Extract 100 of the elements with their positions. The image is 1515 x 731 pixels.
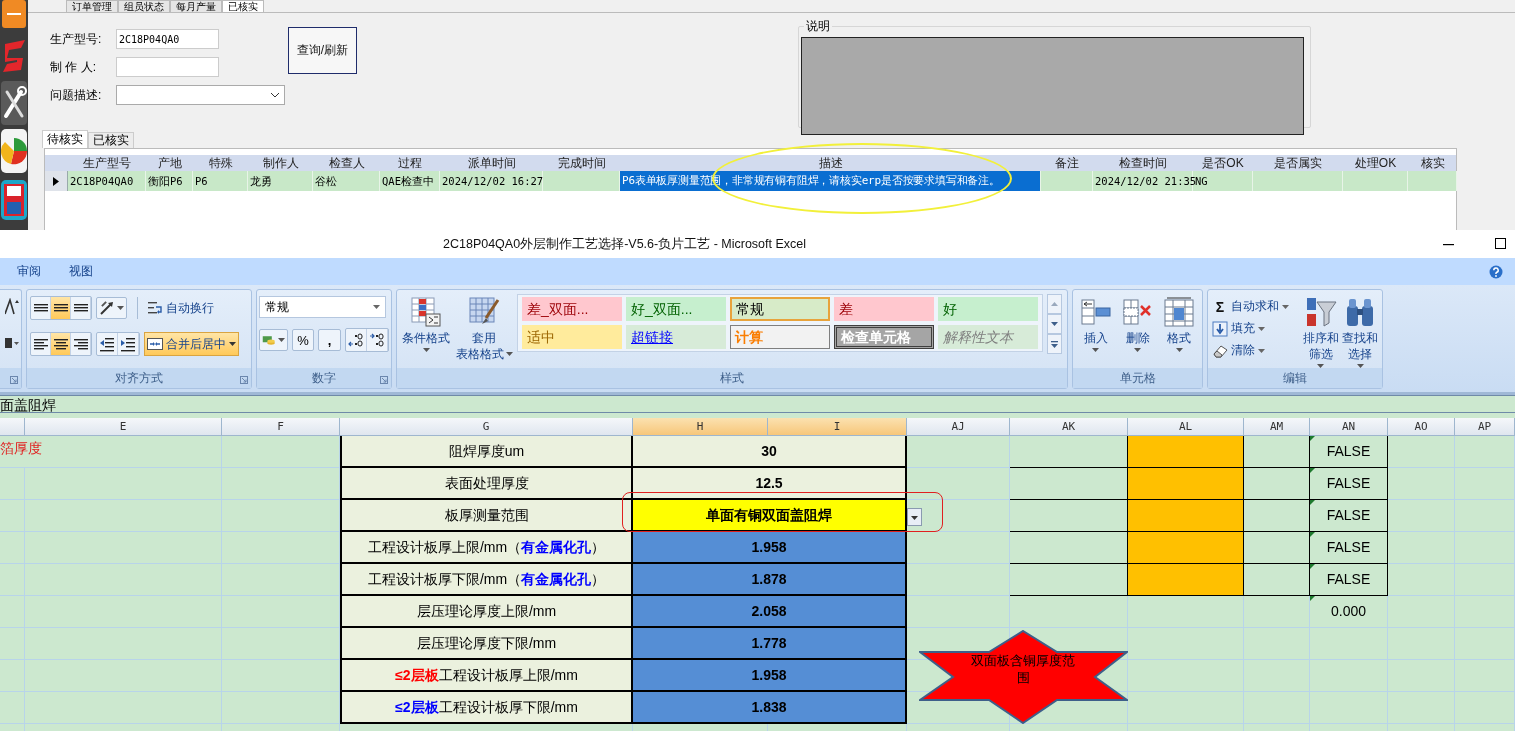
percent-button[interactable]: %: [291, 329, 315, 351]
number-format-dropdown[interactable]: 常规: [259, 296, 386, 318]
column-header[interactable]: 过程: [380, 155, 440, 171]
column-header[interactable]: E: [25, 418, 222, 436]
format-button[interactable]: 格式: [1158, 294, 1200, 368]
column-header[interactable]: 备注: [1041, 155, 1093, 171]
tab[interactable]: 待核实: [42, 130, 88, 148]
column-header[interactable]: I: [768, 418, 907, 436]
column-header[interactable]: AN: [1310, 418, 1388, 436]
merge-center-button[interactable]: 合并后居中: [144, 332, 239, 356]
group-label: 样式: [720, 369, 744, 387]
column-header[interactable]: 产地: [146, 155, 193, 171]
table-cell: 板厚测量范围: [340, 500, 633, 532]
column-header[interactable]: AJ: [907, 418, 1010, 436]
table-cell[interactable]: 12.5: [633, 468, 907, 500]
table-cell: 箔厚度: [0, 436, 222, 468]
table-cell[interactable]: 30: [633, 436, 907, 468]
table-cell: FALSE: [1310, 500, 1388, 532]
input-field[interactable]: 2C18P04QA0: [116, 29, 219, 49]
sigma-icon: Σ: [1212, 298, 1228, 315]
table-cell: 工程设计板厚上限/mm（有金属化孔）: [340, 532, 633, 564]
table-cell: 0.000: [1310, 596, 1388, 628]
field-label: 生产型号:: [50, 31, 103, 48]
fill-button[interactable]: 填充: [1210, 318, 1301, 339]
table-cell: 层压理论厚度上限/mm: [340, 596, 633, 628]
column-header[interactable]: 检查时间: [1093, 155, 1193, 171]
query-button[interactable]: 查询/刷新: [288, 27, 357, 74]
shape-text: 双面板含铜厚度范围: [970, 652, 1076, 686]
find-select-button[interactable]: 查找和选择: [1340, 294, 1380, 368]
column-header[interactable]: 处理OK: [1343, 155, 1408, 171]
cell-style[interactable]: 好: [938, 297, 1038, 321]
table-cell[interactable]: 衡阳P6: [146, 171, 193, 191]
group-label: 编辑: [1283, 369, 1307, 387]
table-cell: FALSE: [1310, 436, 1388, 468]
column-header[interactable]: AK: [1010, 418, 1128, 436]
table-cell[interactable]: 谷松: [313, 171, 380, 191]
column-header[interactable]: AP: [1455, 418, 1515, 436]
cell-style[interactable]: 适中: [522, 325, 622, 349]
tab[interactable]: 已核实: [222, 0, 264, 12]
comma-button[interactable]: ,: [318, 329, 341, 351]
column-header[interactable]: 是否属实: [1253, 155, 1343, 171]
table-cell: ≤2层板工程设计板厚上限/mm: [340, 660, 633, 692]
column-header[interactable]: AO: [1388, 418, 1455, 436]
field-label: 制 作 人:: [50, 59, 97, 76]
table-cell: 表面处理厚度: [340, 468, 633, 500]
column-header[interactable]: 派单时间: [440, 155, 543, 171]
table-cell[interactable]: 1.958: [633, 660, 907, 692]
cell-style[interactable]: 常规: [730, 297, 830, 321]
table-cell[interactable]: 2.058: [633, 596, 907, 628]
delete-button[interactable]: 删除: [1116, 294, 1159, 368]
column-header[interactable]: H: [633, 418, 768, 436]
tab[interactable]: 每月产量: [170, 0, 222, 12]
column-header[interactable]: 特殊: [193, 155, 248, 171]
formula-bar[interactable]: 面盖阻焊: [0, 395, 1515, 413]
window-title: 2C18P04QA0外层制作工艺选择-V5.6-负片工艺 - Microsoft Excel: [443, 235, 807, 253]
insert-button[interactable]: 插入: [1075, 294, 1117, 368]
tab[interactable]: 订单管理: [66, 0, 118, 12]
table-cell[interactable]: 1.778: [633, 628, 907, 660]
cell-style[interactable]: 超链接: [626, 325, 726, 349]
wrap-text-button[interactable]: 自动换行: [144, 296, 217, 320]
sort-filter-button[interactable]: 排序和筛选: [1300, 294, 1341, 368]
column-header[interactable]: 是否OK: [1193, 155, 1253, 171]
table-cell[interactable]: 1.958: [633, 532, 907, 564]
column-header[interactable]: 核实: [1408, 155, 1457, 171]
cell-style[interactable]: 好_双面...: [626, 297, 726, 321]
table-cell[interactable]: 2024/12/02 16:27: [440, 171, 543, 191]
field-label: 问题描述:: [50, 87, 103, 104]
column-header[interactable]: 检查人: [313, 155, 380, 171]
table-cell[interactable]: 单面有铜双面盖阻焊: [633, 500, 907, 532]
table-format-button[interactable]: 套用 表格格式: [457, 294, 511, 368]
column-header[interactable]: 生产型号: [68, 155, 146, 171]
column-header[interactable]: AL: [1128, 418, 1244, 436]
table-cell[interactable]: 1.878: [633, 564, 907, 596]
table-cell: FALSE: [1310, 564, 1388, 596]
table-cell[interactable]: P6: [193, 171, 248, 191]
column-header[interactable]: F: [222, 418, 340, 436]
group-label: 对齐方式: [115, 369, 163, 387]
tab[interactable]: 组员状态: [118, 0, 170, 12]
table-cell: 阻焊厚度um: [340, 436, 633, 468]
conditional-format-button[interactable]: 条件格式: [399, 294, 453, 368]
group-title: 说明: [804, 19, 832, 33]
column-header[interactable]: 制作人: [248, 155, 313, 171]
table-cell[interactable]: 1.838: [633, 692, 907, 724]
tab[interactable]: 已核实: [88, 132, 134, 148]
ribbon-tab[interactable]: 审阅: [17, 263, 41, 280]
ribbon-tab[interactable]: 视图: [69, 263, 93, 280]
table-cell: FALSE: [1310, 468, 1388, 500]
group-label: 数字: [312, 369, 336, 387]
table-cell[interactable]: 龙勇: [248, 171, 313, 191]
column-header[interactable]: 完成时间: [543, 155, 620, 171]
column-header[interactable]: G: [340, 418, 633, 436]
column-header[interactable]: AM: [1244, 418, 1310, 436]
cell-style[interactable]: 差: [834, 297, 934, 321]
column-header[interactable]: 描述: [620, 155, 1041, 171]
cell-style[interactable]: 差_双面...: [522, 297, 622, 321]
clear-button[interactable]: 清除: [1210, 340, 1301, 361]
autosum-button[interactable]: Σ 自动求和: [1210, 296, 1301, 317]
table-cell[interactable]: 2C18P04QA0: [68, 171, 146, 191]
table-cell: 工程设计板厚下限/mm（有金属化孔）: [340, 564, 633, 596]
table-cell[interactable]: QAE检查中: [380, 171, 440, 191]
